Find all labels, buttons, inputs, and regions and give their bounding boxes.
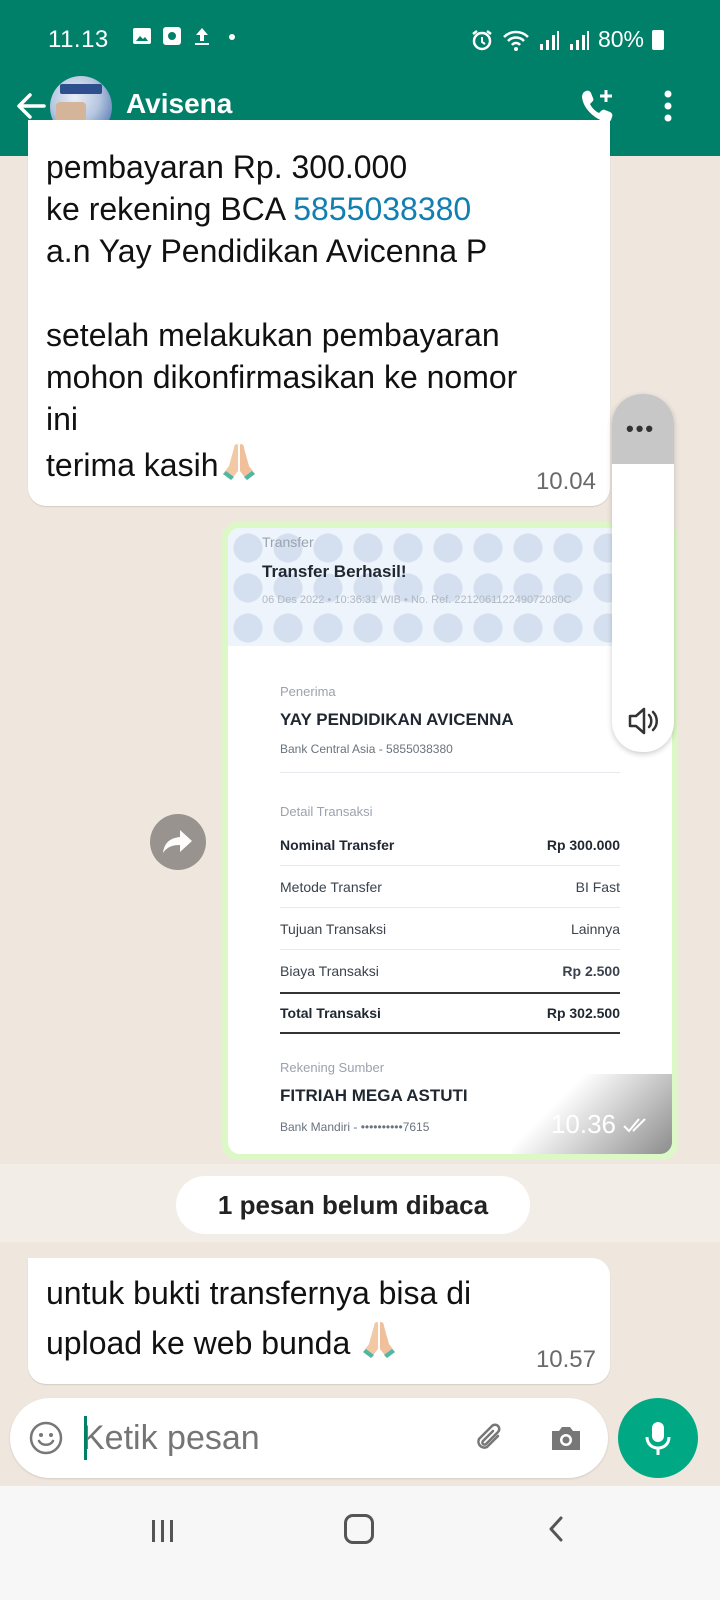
forward-icon bbox=[163, 830, 192, 853]
message-text: untuk bukti transfernya bisa di upload k… bbox=[46, 1268, 566, 1368]
divider bbox=[280, 772, 620, 773]
detail-key: Tujuan Transaksi bbox=[280, 920, 387, 937]
incoming-message[interactable]: untuk bukti transfernya bisa di upload k… bbox=[28, 1258, 610, 1384]
status-bar: 11.13 80% bbox=[0, 0, 720, 80]
message-line: untuk bukti transfernya bisa di bbox=[46, 1275, 472, 1311]
status-left-icons bbox=[132, 26, 242, 46]
message-time-text: 10.36 bbox=[550, 1109, 616, 1139]
mic-button[interactable] bbox=[618, 1398, 698, 1478]
unread-indicator: 1 pesan belum dibaca bbox=[176, 1176, 530, 1234]
detail-value: Rp 2.500 bbox=[562, 963, 620, 979]
mic-icon bbox=[645, 1422, 671, 1455]
incoming-message[interactable]: pembayaran Rp. 300.000 ke rekening BCA 5… bbox=[28, 120, 610, 506]
receipt-header: Transfer Transfer Berhasil! 06 Des 2022 … bbox=[228, 528, 672, 646]
praying-hands-icon bbox=[222, 444, 255, 480]
detail-value: BI Fast bbox=[575, 878, 620, 895]
message-line-text: ke rekening BCA bbox=[46, 191, 294, 227]
detail-row: Tujuan Transaksi Lainnya bbox=[280, 908, 620, 950]
dot-icon bbox=[229, 34, 235, 40]
status-right: 80% bbox=[470, 26, 664, 53]
source-name: FITRIAH MEGA ASTUTI bbox=[280, 1086, 468, 1105]
detail-key: Metode Transfer bbox=[280, 878, 382, 895]
message-composer bbox=[10, 1398, 608, 1478]
add-call-icon[interactable] bbox=[578, 86, 616, 124]
battery-percent: 80% bbox=[597, 26, 644, 52]
speaker-icon[interactable] bbox=[626, 704, 660, 738]
image-icon bbox=[133, 28, 151, 44]
message-time: 10.04 bbox=[535, 468, 596, 495]
message-time: 10.57 bbox=[535, 1346, 596, 1373]
battery-icon bbox=[652, 29, 664, 50]
upload-icon bbox=[195, 28, 209, 45]
more-options-icon[interactable] bbox=[656, 88, 680, 124]
detail-key: Total Transaksi bbox=[280, 1005, 381, 1021]
panel-more-icon[interactable]: ••• bbox=[626, 416, 655, 442]
camera-icon[interactable] bbox=[548, 1420, 584, 1456]
source-label: Rekening Sumber bbox=[280, 1060, 385, 1075]
message-line-text: terima kasih bbox=[46, 447, 219, 483]
alarm-icon bbox=[472, 29, 492, 50]
recipient-name: YAY PENDIDIKAN AVICENNA bbox=[280, 710, 514, 729]
message-line: pembayaran Rp. 300.000 bbox=[46, 149, 408, 185]
detail-row: Metode Transfer BI Fast bbox=[280, 866, 620, 908]
source-bank: Bank Mandiri - ••••••••••7615 bbox=[280, 1120, 430, 1134]
app-icon bbox=[163, 27, 181, 45]
message-time: 10.36 bbox=[551, 1109, 650, 1140]
nav-back-icon[interactable] bbox=[542, 1514, 572, 1544]
navigation-bar bbox=[0, 1486, 720, 1600]
detail-key: Nominal Transfer bbox=[280, 836, 395, 853]
detail-row: Nominal Transfer Rp 300.000 bbox=[280, 824, 620, 866]
emoji-icon[interactable] bbox=[28, 1420, 64, 1456]
wifi-icon bbox=[503, 30, 529, 51]
recent-apps-icon[interactable] bbox=[148, 1516, 178, 1546]
message-line: mohon dikonfirmasikan ke nomor bbox=[46, 359, 518, 395]
detail-value: Rp 302.500 bbox=[546, 1005, 620, 1021]
home-icon[interactable] bbox=[344, 1514, 374, 1544]
message-line: setelah melakukan pembayaran bbox=[46, 317, 500, 353]
signal-icon bbox=[539, 30, 559, 50]
message-line: a.n Yay Pendidikan Avicenna P bbox=[46, 233, 488, 269]
detail-key: Biaya Transaksi bbox=[280, 963, 379, 979]
detail-value: Rp 300.000 bbox=[546, 836, 620, 853]
floating-side-panel[interactable]: ••• bbox=[612, 394, 674, 752]
account-number-link[interactable]: 5855038380 bbox=[293, 191, 471, 227]
message-line: upload ke web bunda bbox=[46, 1318, 566, 1368]
message-line: ke rekening BCA 5855038380 bbox=[46, 188, 606, 230]
receipt-label: Transfer bbox=[262, 534, 314, 550]
contact-name[interactable]: Avisena bbox=[126, 88, 232, 120]
outgoing-image-message[interactable]: Transfer Transfer Berhasil! 06 Des 2022 … bbox=[222, 522, 678, 1160]
attachment-icon[interactable] bbox=[472, 1420, 508, 1456]
detail-value: Lainnya bbox=[570, 920, 620, 937]
message-line-text: upload ke web bunda bbox=[46, 1325, 351, 1361]
transfer-receipt-image[interactable]: Transfer Transfer Berhasil! 06 Des 2022 … bbox=[228, 528, 672, 1154]
back-arrow-icon[interactable] bbox=[12, 88, 48, 124]
message-line: terima kasih bbox=[46, 440, 606, 486]
status-time: 11.13 bbox=[48, 26, 109, 53]
forward-button[interactable] bbox=[150, 814, 206, 870]
recipient-label: Penerima bbox=[280, 684, 336, 699]
detail-row-total: Total Transaksi Rp 302.500 bbox=[280, 992, 620, 1034]
message-line: ini bbox=[46, 401, 79, 437]
signal-icon bbox=[569, 30, 589, 50]
text-caret bbox=[84, 1416, 87, 1460]
detail-row: Biaya Transaksi Rp 2.500 bbox=[280, 950, 620, 992]
message-input[interactable] bbox=[82, 1416, 462, 1460]
detail-label: Detail Transaksi bbox=[280, 804, 373, 819]
praying-hands-icon bbox=[363, 1322, 396, 1358]
recipient-bank: Bank Central Asia - 5855038380 bbox=[280, 742, 453, 756]
read-ticks-icon bbox=[623, 1117, 646, 1132]
receipt-meta: 06 Des 2022 • 10:36:31 WIB • No. Ref. 22… bbox=[262, 594, 572, 606]
message-text: pembayaran Rp. 300.000 ke rekening BCA 5… bbox=[46, 146, 606, 486]
receipt-title: Transfer Berhasil! bbox=[262, 562, 407, 581]
